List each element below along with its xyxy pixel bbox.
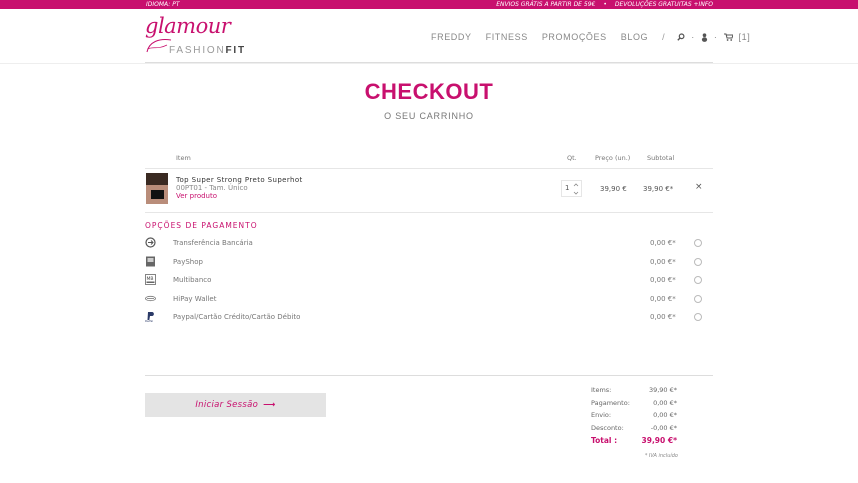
summary-total-row: Total : 39,90 €* [590, 436, 680, 449]
payment-label: HiPay Wallet [173, 295, 217, 303]
logo[interactable]: glamour FASHIONFIT [145, 14, 255, 60]
payment-fee: 0,00 €* [650, 239, 676, 247]
total-value: 39,90 €* [641, 436, 677, 445]
search-icon[interactable] [677, 33, 685, 41]
payment-radio[interactable] [694, 313, 702, 321]
quantity-arrows[interactable] [573, 182, 579, 198]
main-nav: FREDDY FITNESS PROMOÇÕES BLOG / · · [1] [431, 31, 750, 43]
payment-option[interactable]: Transferência Bancária 0,00 €* [145, 237, 713, 251]
payshop-icon [146, 256, 155, 267]
header-qty: Qt. [567, 154, 577, 162]
order-summary: Items: 39,90 €* Pagamento: 0,00 €* Envio… [590, 386, 680, 449]
payment-label: Paypal/Cartão Crédito/Cartão Débito [173, 313, 301, 321]
header-shadow [0, 63, 858, 64]
payment-option[interactable]: MB Multibanco 0,00 €* [145, 274, 713, 288]
payment-fee: 0,00 €* [650, 276, 676, 284]
product-name[interactable]: Top Super Strong Preto Superhot [176, 176, 303, 184]
payment-radio[interactable] [694, 258, 702, 266]
nav-fitness[interactable]: FITNESS [486, 32, 528, 42]
summary-value: 39,90 €* [648, 386, 677, 394]
logo-script: glamour [145, 14, 231, 38]
svg-text:PayPal: PayPal [145, 319, 153, 322]
unit-price: 39,90 € [600, 185, 627, 193]
user-icon[interactable] [701, 32, 708, 42]
quantity-value[interactable]: 1 [565, 184, 569, 192]
item-subtotal: 39,90 €* [643, 185, 674, 193]
remove-item-button[interactable]: × [695, 182, 703, 192]
login-label: Iniciar Sessão [195, 400, 259, 410]
payment-label: Multibanco [173, 276, 212, 284]
arrow-right-icon: ⟶ [263, 400, 276, 410]
summary-row: Envio: 0,00 €* [590, 411, 680, 424]
chevron-down-icon[interactable] [573, 190, 579, 196]
summary-key: Envio: [591, 411, 612, 419]
language-selector[interactable]: IDIOMA: PT [146, 0, 180, 9]
view-product-link[interactable]: Ver produto [176, 192, 217, 200]
bank-transfer-icon [145, 237, 156, 248]
quantity-stepper[interactable]: 1 [561, 180, 582, 197]
product-reference: 00PT01 - Tam. Único [176, 184, 248, 192]
payment-fee: 0,00 €* [650, 295, 676, 303]
nav-promocoes[interactable]: PROMOÇÕES [542, 32, 607, 42]
nav-dot: · [713, 32, 718, 42]
total-key: Total : [591, 436, 618, 445]
topbar-promos: ENVIOS GRÁTIS A PARTIR DE 59€ • DEVOLUÇÕES… [496, 0, 713, 9]
site-header: glamour FASHIONFIT FREDDY FITNESS PROMOÇ… [0, 9, 858, 62]
login-button[interactable]: Iniciar Sessão ⟶ [145, 393, 326, 417]
topbar-separator: • [603, 1, 607, 8]
header-price: Preço (un.) [595, 154, 631, 162]
payment-option[interactable]: PayShop 0,00 €* [145, 256, 713, 270]
header-subtotal: Subtotal [647, 154, 675, 162]
nav-freddy[interactable]: FREDDY [431, 32, 472, 42]
page-subtitle: O SEU CARRINHO [384, 111, 474, 121]
svg-text:MB: MB [147, 276, 154, 282]
product-thumbnail[interactable] [146, 173, 168, 204]
summary-value: 0,00 €* [653, 398, 677, 407]
nav-blog[interactable]: BLOG [621, 32, 648, 42]
payment-radio[interactable] [694, 276, 702, 284]
payment-label: Transferência Bancária [173, 239, 253, 247]
summary-key: Pagamento: [591, 398, 630, 407]
free-returns-link[interactable]: DEVOLUÇÕES GRATUITAS +INFO [615, 1, 713, 8]
payment-radio[interactable] [694, 239, 702, 247]
summary-value: -0,00 €* [650, 423, 677, 432]
payment-label: PayShop [173, 258, 203, 266]
payment-fee: 0,00 €* [650, 258, 676, 266]
multibanco-icon: MB [145, 274, 156, 285]
logo-fashion: FASHION [169, 45, 226, 56]
payment-options-title: OPÇÕES DE PAGAMENTO [145, 221, 258, 230]
summary-key: Items: [591, 386, 612, 394]
summary-row: Items: 39,90 €* [590, 386, 680, 399]
chevron-up-icon[interactable] [573, 182, 579, 188]
hipay-icon [145, 295, 156, 302]
logo-wordmark: FASHIONFIT [169, 45, 246, 56]
cart-table-header: Item Qt. Preço (un.) Subtotal [145, 153, 713, 169]
logo-fit: FIT [225, 45, 246, 56]
header-item: Item [176, 154, 191, 162]
vat-note: * IVA incluído [644, 453, 678, 459]
summary-row: Desconto: -0,00 €* [590, 424, 680, 437]
summary-row: Pagamento: 0,00 €* [590, 399, 680, 412]
nav-divider: / [662, 32, 666, 42]
summary-key: Desconto: [591, 423, 624, 432]
paypal-icon: PayPal [145, 312, 154, 322]
page-title: CHECKOUT [364, 79, 494, 104]
payment-radio[interactable] [694, 295, 702, 303]
top-announcement-bar: IDIOMA: PT ENVIOS GRÁTIS A PARTIR DE 59€… [0, 0, 858, 9]
payment-option[interactable]: PayPal Paypal/Cartão Crédito/Cartão Débi… [145, 311, 713, 325]
nav-dot: · [691, 32, 695, 42]
payment-option[interactable]: HiPay Wallet 0,00 €* [145, 293, 713, 307]
cart-icon[interactable] [723, 33, 733, 41]
free-shipping-text: ENVIOS GRÁTIS A PARTIR DE 59€ [496, 1, 596, 8]
payment-fee: 0,00 €* [650, 313, 676, 321]
summary-value: 0,00 €* [653, 411, 677, 419]
cart-count[interactable]: [1] [739, 32, 751, 42]
cart-item-row: Top Super Strong Preto Superhot 00PT01 -… [145, 170, 713, 213]
checkout-divider [145, 375, 713, 376]
